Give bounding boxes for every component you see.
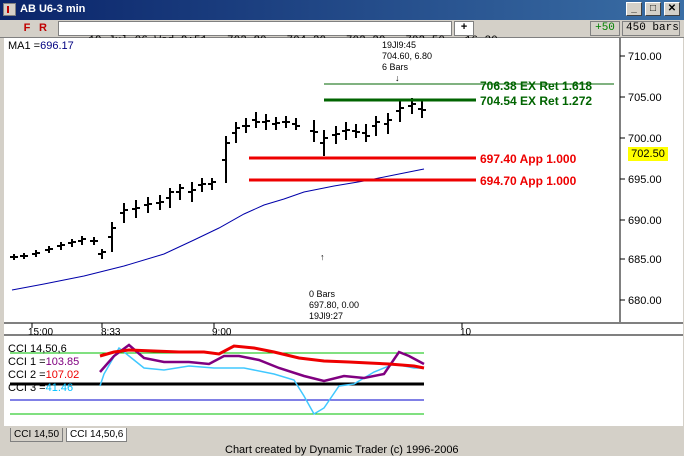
- window-title: AB U6-3 min: [20, 3, 86, 15]
- y-tick: 700.00: [628, 133, 662, 145]
- cci1-readout: CCI 1 =103.85: [8, 356, 79, 368]
- f-button[interactable]: F: [20, 21, 34, 36]
- chart-area[interactable]: 710.00 705.00 700.00 695.00 690.00 685.0…: [4, 38, 683, 426]
- cci3-readout: CCI 3 =41.46: [8, 382, 73, 394]
- add-button[interactable]: +: [454, 21, 474, 36]
- y-tick: 710.00: [628, 51, 662, 63]
- status-bar: CCI 14,50 CCI 14,50,6 Chart created by D…: [0, 428, 684, 456]
- r-button[interactable]: R: [36, 21, 50, 36]
- projection-lines: 706.38 EX Ret 1.618 704.54 EX Ret 1.272 …: [249, 79, 614, 188]
- x-tick: 8:33: [101, 327, 121, 338]
- app-694-label: 694.70 App 1.000: [480, 174, 577, 188]
- y-tick: 695.00: [628, 174, 662, 186]
- title-bar: AB U6-3 min _ □ ✕: [0, 0, 684, 20]
- minimize-button[interactable]: _: [626, 2, 642, 16]
- indicator-panel: CCI 14,50,6 CCI 1 =103.85 CCI 2 =107.02 …: [8, 343, 425, 416]
- indicator-title: CCI 14,50,6: [8, 343, 67, 355]
- bar-info-box: 19-Jul-06 Wed 9:51 703.80 704.20 702.20 …: [58, 21, 498, 47]
- y-axis: 710.00 705.00 700.00 695.00 690.00 685.0…: [620, 51, 662, 307]
- bottom-annotation: ↑ 0 Bars 697.80, 0.00 19Jl9:27: [309, 252, 359, 321]
- x-tick: 10: [460, 327, 472, 338]
- footer-credit: Chart created by Dynamic Trader (c) 1996…: [225, 444, 459, 456]
- maximize-button[interactable]: □: [645, 2, 661, 16]
- app-icon: [3, 3, 16, 16]
- svg-text:0 Bars: 0 Bars: [309, 289, 336, 299]
- svg-text:6 Bars: 6 Bars: [382, 62, 409, 72]
- tab-cci-14-50[interactable]: CCI 14,50: [10, 428, 64, 442]
- ma-label: MA1 =696.17: [8, 40, 74, 52]
- y-tick: 685.00: [628, 254, 662, 266]
- x-tick: 9:00: [212, 327, 232, 338]
- svg-text:↓: ↓: [395, 73, 400, 83]
- moving-average-line: [11, 168, 425, 291]
- top-annotation: 19Jl9:45 704.60, 6.80 6 Bars ↓: [382, 40, 432, 83]
- last-price-tag: 702.50: [628, 147, 668, 161]
- x-axis: 15:00 8:33 9:00 10: [28, 323, 472, 338]
- svg-text:↑: ↑: [320, 252, 325, 262]
- svg-text:704.60, 6.80: 704.60, 6.80: [382, 51, 432, 61]
- app-697-label: 697.40 App 1.000: [480, 152, 577, 166]
- y-tick: 690.00: [628, 215, 662, 227]
- tab-cci-14-50-6[interactable]: CCI 14,50,6: [66, 428, 128, 442]
- x-tick: 15:00: [28, 327, 53, 338]
- toolbar: F R 19-Jul-06 Wed 9:51 703.80 704.20 702…: [0, 20, 684, 47]
- svg-text:19Jl9:45: 19Jl9:45: [382, 40, 416, 50]
- cci2-readout: CCI 2 =107.02: [8, 369, 79, 381]
- close-button[interactable]: ✕: [664, 2, 680, 16]
- cci2-line: [99, 344, 425, 370]
- svg-text:19Jl9:27: 19Jl9:27: [309, 311, 343, 321]
- y-tick: 680.00: [628, 295, 662, 307]
- svg-text:697.80, 0.00: 697.80, 0.00: [309, 300, 359, 310]
- y-tick: 705.00: [628, 92, 662, 104]
- plus50-button[interactable]: +50: [590, 21, 620, 36]
- bars-count[interactable]: 450 bars: [622, 21, 680, 36]
- ex-ret-1272-label: 704.54 EX Ret 1.272: [480, 94, 592, 108]
- ex-ret-1618-label: 706.38 EX Ret 1.618: [480, 79, 592, 93]
